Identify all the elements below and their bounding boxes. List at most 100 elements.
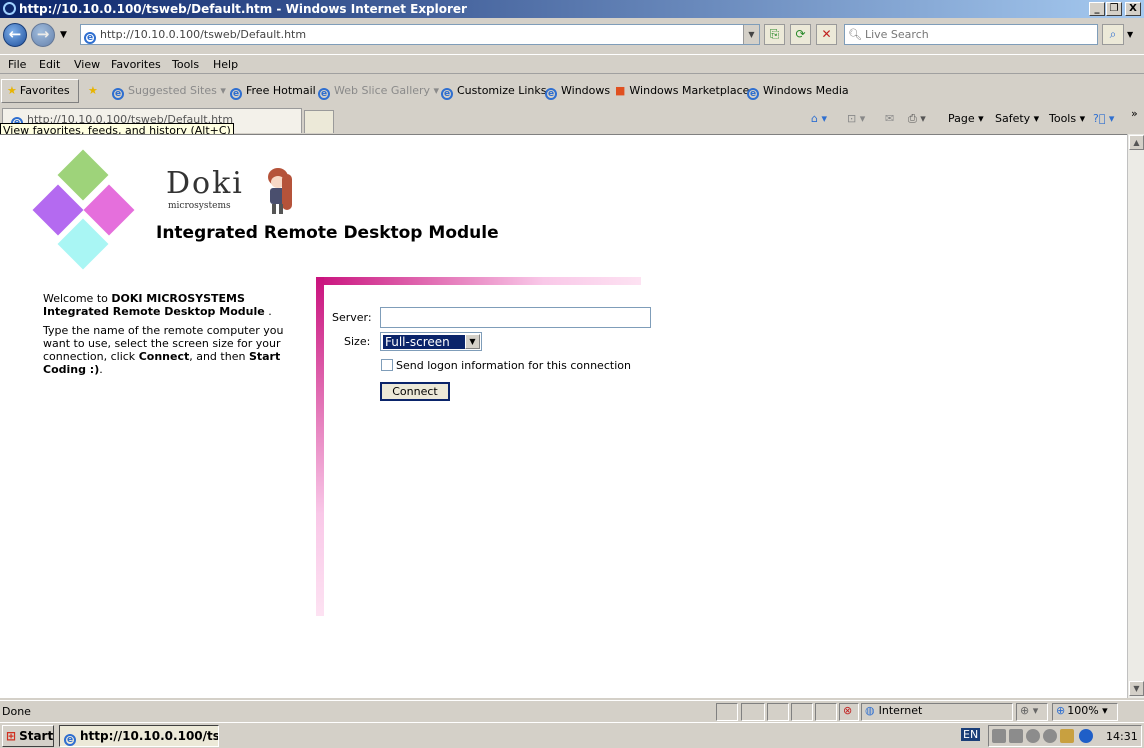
form-top-border: [316, 277, 641, 285]
protected-mode-cell[interactable]: ⊗: [839, 703, 859, 721]
settings-icon[interactable]: [1043, 729, 1057, 743]
status-cell: [791, 703, 813, 721]
zoom-control[interactable]: ⊕ 100% ▾: [1052, 703, 1118, 721]
instructions-paragraph: Type the name of the remote computer you…: [43, 324, 284, 376]
scroll-down-button[interactable]: ▼: [1129, 681, 1144, 696]
help-icon[interactable]: ?⃝ ▾: [1093, 112, 1114, 125]
address-toolbar: ← → ▼ e http://10.10.0.100/tsweb/Default.…: [0, 19, 1144, 53]
ie-app-icon: [3, 2, 16, 15]
stop-icon[interactable]: ✕: [816, 24, 837, 45]
menu-help[interactable]: Help: [213, 58, 238, 71]
send-logon-label[interactable]: Send logon information for this connecti…: [396, 359, 631, 372]
menu-bar: File Edit View Favorites Tools Help: [0, 54, 1144, 74]
home-icon[interactable]: ⌂ ▾: [811, 112, 827, 125]
forward-button[interactable]: →: [31, 23, 55, 47]
ie-icon: e: [318, 88, 330, 100]
recent-pages-dropdown[interactable]: ▼: [60, 30, 67, 40]
new-tab-button[interactable]: [304, 110, 334, 133]
welcome-text: Welcome to DOKI MICROSYSTEMS Integrated …: [43, 292, 311, 382]
feeds-icon[interactable]: ⊡ ▾: [847, 112, 865, 125]
window-title-bar[interactable]: http://10.10.0.100/tsweb/Default.htm - W…: [0, 0, 1144, 18]
send-logon-checkbox[interactable]: [381, 359, 393, 371]
fav-windows-media[interactable]: e Windows Media: [747, 84, 849, 100]
ie-icon: e: [230, 88, 242, 100]
scroll-up-button[interactable]: ▲: [1129, 135, 1144, 150]
mail-icon[interactable]: ✉: [885, 112, 894, 125]
addon-notifier[interactable]: ⊕ ▾: [1016, 703, 1048, 721]
logo-wordmark: Doki: [166, 166, 244, 201]
audio-icon[interactable]: [1026, 729, 1040, 743]
fav-customize-links[interactable]: e Customize Links: [441, 84, 547, 100]
chevron-down-icon[interactable]: ▼: [465, 334, 480, 349]
language-indicator[interactable]: EN: [961, 728, 981, 741]
compatibility-view-icon[interactable]: ⎘: [764, 24, 785, 45]
logo-subtitle: microsystems: [168, 201, 231, 211]
page-content: Doki microsystems Integrated Remote Desk…: [0, 134, 1127, 698]
bluetooth-icon[interactable]: [1079, 729, 1093, 743]
size-label: Size:: [344, 335, 371, 348]
add-to-favorites-icon[interactable]: ★: [88, 84, 98, 97]
maximize-button[interactable]: ❐: [1106, 2, 1122, 16]
vertical-scrollbar[interactable]: ▲ ▼: [1127, 134, 1144, 698]
ie-icon: e: [747, 88, 759, 100]
address-dropdown-button[interactable]: ▼: [743, 25, 759, 44]
menu-view[interactable]: View: [74, 58, 100, 71]
safety-menu[interactable]: Safety ▾: [995, 112, 1039, 125]
favorites-button[interactable]: ★ Favorites: [1, 79, 79, 103]
globe-icon: ◍: [865, 704, 875, 717]
back-button[interactable]: ←: [3, 23, 27, 47]
zoom-icon: ⊕: [1056, 704, 1066, 717]
fav-free-hotmail[interactable]: e Free Hotmail: [230, 84, 316, 100]
refresh-icon[interactable]: ⟳: [790, 24, 811, 45]
fav-suggested-sites[interactable]: e Suggested Sites ▾: [112, 84, 226, 100]
size-selected-value: Full-screen: [383, 335, 465, 349]
windows-flag-icon: ■: [615, 84, 626, 97]
fav-windows[interactable]: e Windows: [545, 84, 610, 100]
more-commands-chevron[interactable]: »: [1131, 107, 1138, 120]
page-icon: e: [84, 32, 96, 44]
page-menu[interactable]: Page ▾: [948, 112, 984, 125]
status-cell: [767, 703, 789, 721]
fav-web-slice-gallery[interactable]: e Web Slice Gallery ▾: [318, 84, 439, 100]
status-bar: Done ⊗ ◍ Internet ⊕ ▾ ⊕ 100% ▾: [0, 700, 1144, 721]
vm-icon[interactable]: [992, 729, 1006, 743]
ie-icon: e: [112, 88, 124, 100]
search-button[interactable]: ⌕: [1102, 24, 1124, 45]
status-cell: [815, 703, 837, 721]
window-title: http://10.10.0.100/tsweb/Default.htm - W…: [19, 2, 467, 16]
size-select[interactable]: Full-screen ▼: [380, 332, 482, 351]
fav-windows-marketplace[interactable]: ■ Windows Marketplace: [615, 84, 749, 97]
zone-label: Internet: [878, 704, 923, 717]
security-zone[interactable]: ◍ Internet: [861, 703, 1013, 721]
tab-row: ehttp://10.10.0.100/tsweb/Default.htm Vi…: [0, 107, 1144, 138]
connect-button[interactable]: Connect: [380, 382, 450, 401]
status-text: Done: [2, 705, 31, 718]
ie-icon: e: [64, 734, 76, 746]
start-button[interactable]: ⊞ Start: [2, 725, 54, 747]
network-icon[interactable]: [1009, 729, 1023, 743]
taskbar-ie-window[interactable]: e http://10.10.0.100/ts...: [59, 725, 219, 747]
address-input[interactable]: e http://10.10.0.100/tsweb/Default.htm ▼: [80, 24, 760, 45]
clock[interactable]: 14:31: [1106, 730, 1138, 743]
menu-file[interactable]: File: [8, 58, 26, 71]
menu-edit[interactable]: Edit: [39, 58, 60, 71]
windows-logo-icon: ⊞: [6, 729, 17, 743]
pen-icon[interactable]: [1060, 729, 1074, 743]
favorites-star-icon: ★: [7, 84, 17, 97]
status-cell: [716, 703, 738, 721]
form-left-border: [316, 277, 324, 616]
search-options-dropdown[interactable]: ▼: [1127, 30, 1133, 39]
server-input[interactable]: [380, 307, 651, 328]
blocked-icon: ⊗: [843, 704, 853, 717]
search-input[interactable]: 🔍︎ Live Search: [844, 24, 1098, 45]
taskbar: ⊞ Start e http://10.10.0.100/ts... EN 14:3…: [0, 722, 1144, 748]
close-button[interactable]: X: [1125, 2, 1141, 16]
minimize-button[interactable]: _: [1089, 2, 1105, 16]
print-icon[interactable]: ⎙ ▾: [908, 112, 926, 126]
search-placeholder: Live Search: [864, 28, 929, 41]
ie-icon: e: [441, 88, 453, 100]
menu-favorites[interactable]: Favorites: [111, 58, 161, 71]
welcome-paragraph: Welcome to DOKI MICROSYSTEMS Integrated …: [43, 292, 272, 318]
tools-menu[interactable]: Tools ▾: [1049, 112, 1085, 125]
menu-tools[interactable]: Tools: [172, 58, 199, 71]
